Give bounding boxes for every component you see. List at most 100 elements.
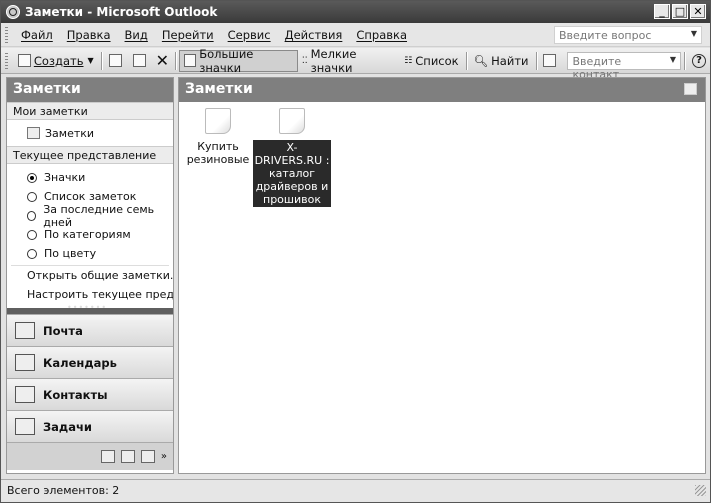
move-to-folder-button[interactable] — [129, 50, 153, 72]
find-label: Найти — [491, 53, 529, 68]
nav-button-calendar[interactable]: Календарь — [7, 346, 173, 378]
note-label: X-DRIVERS.RU : каталог драйверов и проши… — [253, 140, 331, 207]
customize-current-view-link[interactable]: Настроить текущее представление... — [7, 285, 173, 304]
chevron-down-icon[interactable]: ▼ — [691, 29, 697, 41]
notes-shortcut-icon[interactable] — [100, 450, 115, 463]
radio-last-seven-days[interactable] — [27, 210, 37, 221]
shortcuts-icon[interactable] — [140, 450, 155, 463]
large-icons-label: Большие значки — [199, 46, 254, 75]
toolbar-grip[interactable] — [5, 52, 8, 69]
title-bar: Заметки - Microsoft Outlook _ □ ✕ — [1, 1, 710, 23]
print-icon — [108, 54, 122, 67]
toolbar-separator — [174, 51, 176, 70]
nav-button-contacts[interactable]: Контакты — [7, 378, 173, 410]
list-view-button[interactable]: ☷ Список — [400, 50, 462, 72]
note-icon — [279, 108, 305, 134]
menu-view[interactable]: Вид — [118, 28, 155, 42]
large-icons-button[interactable]: Большие значки — [178, 46, 298, 75]
contacts-icon — [15, 386, 35, 403]
note-item-selected[interactable]: X-DRIVERS.RU : каталог драйверов и проши… — [253, 108, 331, 207]
current-view-section: Текущее представление — [7, 146, 173, 164]
find-icon: 🔍︎ — [473, 53, 489, 68]
menu-actions[interactable]: Действия — [278, 28, 350, 42]
outlook-app-icon[interactable] — [6, 5, 20, 19]
help-question-input[interactable]: Введите вопрос ▼ — [554, 26, 702, 44]
menu-file[interactable]: Файл — [14, 28, 60, 42]
view-option-label: Список заметок — [44, 190, 137, 203]
menu-edit[interactable]: Правка — [60, 28, 118, 42]
radio-icons[interactable] — [27, 172, 37, 183]
address-book-icon — [543, 54, 557, 67]
toolbar-separator — [465, 51, 467, 70]
radio-by-color[interactable] — [27, 248, 37, 259]
menu-help[interactable]: Справка — [349, 28, 414, 42]
chevron-down-icon[interactable]: ▼ — [670, 55, 676, 67]
toolbar-separator — [100, 51, 102, 70]
view-option-label: По категориям — [44, 228, 131, 241]
content-title: Заметки — [185, 81, 253, 97]
nav-pane-title: Заметки — [7, 78, 173, 102]
delete-button[interactable]: ✕ — [153, 50, 172, 72]
my-notes-section: Мои заметки — [7, 102, 173, 120]
view-option-label: Значки — [44, 171, 86, 184]
view-option-label: По цвету — [44, 247, 97, 260]
nav-button-label: Контакты — [43, 387, 108, 402]
notes-folder-icon — [27, 127, 40, 139]
configure-buttons-icon[interactable]: » — [161, 451, 167, 462]
open-shared-notes-link[interactable]: Открыть общие заметки... — [7, 266, 173, 285]
radio-by-category[interactable] — [27, 229, 37, 240]
nav-button-label: Почта — [43, 323, 83, 338]
nav-button-label: Календарь — [43, 355, 117, 370]
folder-list-icon[interactable] — [120, 450, 135, 463]
notes-folder-label: Заметки — [45, 126, 95, 140]
view-option-last-seven-days[interactable]: За последние семь дней — [7, 203, 173, 229]
radio-notes-list[interactable] — [27, 191, 37, 202]
item-count: Всего элементов: 2 — [7, 484, 120, 497]
notes-folder[interactable]: Заметки — [7, 120, 173, 146]
menu-bar: Файл Правка Вид Перейти Сервис Действия … — [1, 23, 710, 47]
navigation-pane: Заметки Мои заметки Заметки Текущее пред… — [6, 77, 174, 474]
view-option-icons[interactable]: Значки — [7, 168, 173, 187]
notes-header-icon — [684, 83, 697, 95]
small-icons-icon: ⁚⁚ — [301, 55, 308, 66]
window-title: Заметки - Microsoft Outlook — [25, 5, 218, 19]
standard-toolbar: Создать ▼ ✕ Большие значки ⁚⁚ Мелкие зна… — [1, 46, 710, 81]
new-button[interactable]: Создать ▼ — [14, 50, 98, 72]
list-view-icon: ☷ — [404, 55, 413, 66]
resize-grip[interactable] — [695, 485, 706, 496]
menu-tools[interactable]: Сервис — [221, 28, 278, 42]
new-dropdown-arrow-icon[interactable]: ▼ — [87, 56, 93, 65]
address-book-button[interactable] — [539, 50, 563, 72]
help-question-placeholder: Введите вопрос — [559, 29, 652, 42]
list-view-label: Список — [415, 53, 459, 68]
find-contact-input[interactable]: Введите контакт ▼ — [567, 51, 682, 81]
small-icons-label: Мелкие значки — [310, 46, 357, 75]
notes-content-pane: Заметки Купить резиновые X-DRIVERS.RU : … — [178, 77, 706, 474]
close-button[interactable]: ✕ — [690, 4, 706, 19]
note-item[interactable]: Купить резиновые — [179, 108, 257, 166]
print-button[interactable] — [105, 50, 129, 72]
view-option-by-color[interactable]: По цвету — [7, 244, 173, 263]
tasks-icon — [15, 418, 35, 435]
nav-pane-footer: » — [7, 442, 173, 470]
menu-go[interactable]: Перейти — [155, 28, 221, 42]
menu-grip[interactable] — [5, 26, 8, 43]
outlook-window: Заметки - Microsoft Outlook _ □ ✕ Файл П… — [0, 0, 711, 503]
toolbar-separator — [684, 51, 685, 70]
mail-icon — [15, 322, 35, 339]
new-button-label: Создать — [33, 53, 84, 68]
window-controls: _ □ ✕ — [654, 4, 706, 19]
help-button[interactable]: ? — [688, 50, 710, 72]
small-icons-button[interactable]: ⁚⁚ Мелкие значки — [298, 46, 400, 75]
find-button[interactable]: 🔍︎ Найти — [470, 50, 533, 72]
minimize-button[interactable]: _ — [654, 4, 670, 19]
large-icons-icon — [183, 54, 197, 67]
status-bar: Всего элементов: 2 — [1, 479, 710, 502]
maximize-button[interactable]: □ — [672, 4, 688, 19]
find-contact-placeholder: Введите контакт — [572, 54, 622, 81]
nav-button-label: Задачи — [43, 419, 92, 434]
nav-pane-splitter[interactable] — [7, 303, 173, 314]
nav-button-mail[interactable]: Почта — [7, 314, 173, 346]
calendar-icon — [15, 354, 35, 371]
nav-button-tasks[interactable]: Задачи — [7, 410, 173, 442]
